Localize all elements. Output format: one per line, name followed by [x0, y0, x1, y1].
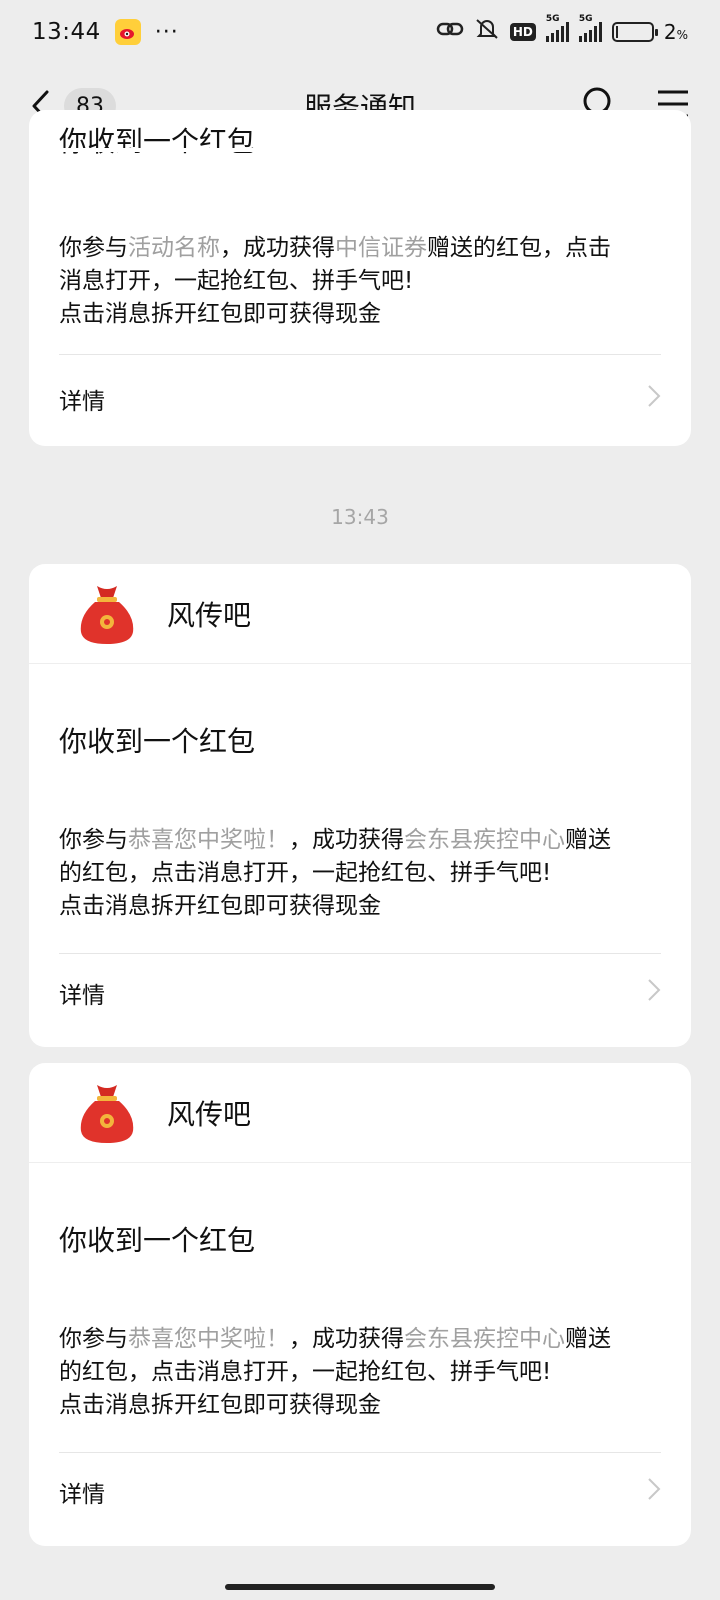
notification-card[interactable]: 风传吧 你收到一个红包 你参与恭喜您中奖啦！，成功获得会东县疾控中心赠送 的红包… — [29, 564, 691, 1047]
details-label: 详情 — [59, 1482, 105, 1508]
card-title: 你收到一个红包 — [59, 725, 256, 758]
status-time: 13:44 — [32, 19, 101, 45]
card-header: 风传吧 — [29, 1063, 691, 1163]
signal-icon-1: 5G — [545, 14, 569, 42]
mute-icon — [474, 17, 500, 47]
notification-card[interactable]: 风传吧 你收到一个红包 你参与恭喜您中奖啦！，成功获得会东县疾控中心赠送 的红包… — [29, 1063, 691, 1546]
notification-card[interactable]: 你收到一个红包 你参与活动名称，成功获得中信证券赠送的红包，点击 消息打开，一起… — [29, 110, 691, 446]
more-notifications-icon: ··· — [154, 19, 179, 45]
chevron-right-icon — [647, 978, 661, 1008]
details-link[interactable]: 详情 — [29, 1453, 691, 1531]
red-packet-icon — [79, 582, 135, 646]
card-title: 你收到一个红包 — [59, 1224, 256, 1257]
message-timestamp: 13:43 — [331, 505, 389, 529]
signal-icon-2: 5G — [578, 14, 602, 42]
card-body: 你参与活动名称，成功获得中信证券赠送的红包，点击 消息打开，一起抢红包、拼手气吧… — [59, 235, 611, 327]
status-icons: HD 5G 5G 2% — [436, 14, 688, 47]
card-header: 风传吧 — [29, 564, 691, 664]
screen: 13:44 ··· HD 5G 5G 2% 83 服务通知 你收到一个红包 你参… — [0, 0, 720, 1600]
chevron-right-icon — [647, 1477, 661, 1507]
details-label: 详情 — [59, 389, 105, 415]
link-icon — [436, 18, 464, 46]
details-link[interactable]: 详情 — [29, 954, 691, 1032]
card-body: 你参与恭喜您中奖啦！，成功获得会东县疾控中心赠送 的红包，点击消息打开，一起抢红… — [59, 827, 611, 919]
app-name: 风传吧 — [167, 598, 252, 632]
battery-icon — [611, 22, 658, 42]
card-body: 你参与恭喜您中奖啦！，成功获得会东县疾控中心赠送 的红包，点击消息打开，一起抢红… — [59, 1326, 611, 1418]
battery-percent: 2% — [663, 20, 688, 44]
weibo-notification-icon — [114, 19, 141, 45]
app-name: 风传吧 — [167, 1097, 252, 1131]
red-packet-icon — [79, 1081, 135, 1145]
hd-voice-icon: HD — [509, 23, 536, 41]
chevron-right-icon — [647, 384, 661, 414]
home-indicator[interactable] — [225, 1584, 495, 1590]
card-divider — [59, 354, 661, 355]
details-label: 详情 — [59, 983, 105, 1009]
status-bar: 13:44 ··· HD 5G 5G 2% — [0, 0, 720, 64]
details-link[interactable]: 详情 — [29, 360, 691, 438]
